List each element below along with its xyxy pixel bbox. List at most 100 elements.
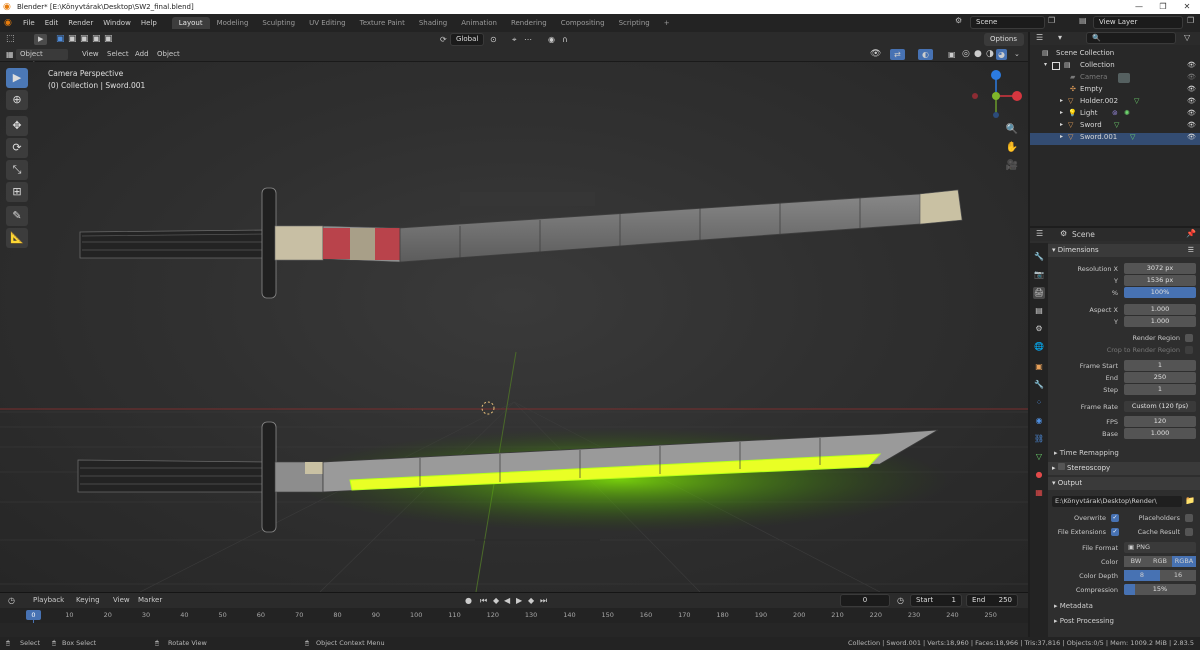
render-region-checkbox[interactable]	[1185, 334, 1193, 342]
collection-checkbox[interactable]	[1052, 62, 1060, 70]
end-frame-field[interactable]: End 250	[966, 594, 1018, 607]
shading-solid-icon[interactable]: ●	[974, 49, 982, 60]
tab-compositing[interactable]: Compositing	[554, 17, 612, 29]
fps-base-field[interactable]: 1.000	[1124, 428, 1196, 439]
aspect-y-field[interactable]: 1.000	[1124, 316, 1196, 327]
properties-editor-icon[interactable]: ☰	[1036, 229, 1043, 238]
stereoscopy-checkbox[interactable]	[1057, 463, 1065, 470]
overlay-toggle-icon[interactable]: ◐	[918, 49, 933, 60]
outliner-row-sword[interactable]: ▸ ▽ Sword ▽ 👁	[1030, 121, 1200, 133]
menu-window[interactable]: Window	[98, 19, 136, 27]
timeline-menu-keying[interactable]: Keying	[76, 595, 100, 606]
minimize-button[interactable]: —	[1128, 0, 1150, 14]
current-frame-field[interactable]: 0	[840, 594, 890, 607]
object-tab-icon[interactable]: ▣	[1033, 361, 1045, 373]
select-tool-icon[interactable]: ▶	[34, 34, 48, 45]
output-tab-icon[interactable]: 🖨	[1033, 287, 1045, 299]
tab-rendering[interactable]: Rendering	[504, 17, 554, 29]
select-box-tool-icon[interactable]: ▶	[6, 68, 28, 88]
frame-step-field[interactable]: 1	[1124, 384, 1196, 395]
menu-select[interactable]: Select	[107, 49, 129, 60]
world-tab-icon[interactable]: 🌐	[1033, 341, 1045, 353]
shading-options-icon[interactable]: ⌄	[1014, 49, 1020, 60]
aspect-x-field[interactable]: 1.000	[1124, 304, 1196, 315]
outliner-row-camera[interactable]: ▰ Camera 👁	[1030, 73, 1200, 85]
timeline-editor-icon[interactable]: ◷	[8, 595, 15, 606]
data-tab-icon[interactable]: ▽	[1033, 451, 1045, 463]
color-depth-16-option[interactable]: 16	[1160, 570, 1196, 581]
color-rgb-option[interactable]: RGB	[1148, 556, 1172, 567]
visibility-eye-icon[interactable]: 👁	[1187, 73, 1196, 81]
folder-browse-icon[interactable]: 📁	[1185, 496, 1195, 505]
select-mode-invert-icon[interactable]: ▣	[92, 34, 101, 45]
tab-texture-paint[interactable]: Texture Paint	[353, 17, 412, 29]
outliner-options-icon[interactable]: ▽	[1184, 33, 1190, 42]
blender-menu-icon[interactable]: ◉	[4, 18, 18, 28]
options-dropdown[interactable]: Options	[984, 33, 1024, 46]
outliner-editor-icon[interactable]: ☰	[1036, 33, 1043, 42]
tool-tab-icon[interactable]: 🔧	[1033, 251, 1045, 263]
cache-result-checkbox[interactable]	[1185, 528, 1193, 536]
outliner-row-scene-collection[interactable]: ▤ Scene Collection	[1030, 49, 1200, 61]
visibility-eye-icon[interactable]: 👁	[1187, 109, 1196, 117]
falloff-icon[interactable]: ∩	[562, 34, 568, 45]
view-layer-selector[interactable]: View Layer	[1093, 16, 1183, 29]
pin-icon[interactable]: 📌	[1186, 229, 1196, 238]
next-keyframe-icon[interactable]: ◆	[528, 595, 534, 606]
camera-view-icon[interactable]: 🎥	[1004, 158, 1020, 174]
select-mode-new-icon[interactable]: ▣	[56, 34, 65, 45]
scale-tool-icon[interactable]: ⤡	[6, 160, 28, 180]
zoom-view-icon[interactable]: 🔍	[1004, 122, 1020, 138]
visibility-eye-icon[interactable]: 👁	[1187, 121, 1196, 129]
frame-start-field[interactable]: 1	[1124, 360, 1196, 371]
snap-increment-icon[interactable]: ⋯	[524, 34, 532, 45]
menu-object[interactable]: Object	[157, 49, 180, 60]
file-format-dropdown[interactable]: ▣ PNG	[1124, 542, 1196, 553]
output-path-input[interactable]: E:\Könyvtárak\Desktop\Render\	[1052, 496, 1182, 507]
tab-uv-editing[interactable]: UV Editing	[302, 17, 353, 29]
tab-animation[interactable]: Animation	[454, 17, 504, 29]
jump-end-icon[interactable]: ⏭	[540, 595, 547, 606]
timeline-menu-view[interactable]: View	[113, 595, 130, 606]
timeline-menu-playback[interactable]: Playback	[33, 595, 64, 606]
pan-view-icon[interactable]: ✋	[1004, 140, 1020, 156]
outliner-row-sword-001[interactable]: ▸ ▽ Sword.001 ▽ 👁	[1030, 133, 1200, 145]
texture-tab-icon[interactable]: ▦	[1033, 487, 1045, 499]
menu-render[interactable]: Render	[63, 19, 98, 27]
view-layer-tab-icon[interactable]: ▤	[1033, 305, 1045, 317]
select-mode-subtract-icon[interactable]: ▣	[80, 34, 89, 45]
tab-modeling[interactable]: Modeling	[210, 17, 256, 29]
visibility-eye-icon[interactable]: 👁	[1187, 133, 1196, 141]
pivot-point-icon[interactable]: ⊙	[490, 34, 497, 45]
new-scene-icon[interactable]: ❐	[1048, 16, 1055, 25]
navigation-gizmo[interactable]	[966, 66, 1026, 126]
outliner-filter-icon[interactable]: ▾	[1058, 33, 1062, 42]
timeline-menu-marker[interactable]: Marker	[138, 595, 162, 606]
physics-tab-icon[interactable]: ◉	[1033, 415, 1045, 427]
new-view-layer-icon[interactable]: ❐	[1187, 16, 1194, 25]
select-mode-intersect-icon[interactable]: ▣	[104, 34, 113, 45]
close-window-button[interactable]: ✕	[1176, 0, 1198, 14]
maximize-button[interactable]: ❐	[1152, 0, 1174, 14]
scene-selector[interactable]: Scene	[970, 16, 1045, 29]
menu-view[interactable]: View	[82, 49, 99, 60]
overwrite-checkbox[interactable]: ✓	[1111, 514, 1119, 522]
placeholders-checkbox[interactable]	[1185, 514, 1193, 522]
transform-orientation-dropdown[interactable]: Global	[450, 33, 484, 46]
play-reverse-icon[interactable]: ◀	[504, 595, 510, 606]
scene-tab-icon[interactable]: ⚙	[1033, 323, 1045, 335]
play-icon[interactable]: ▶	[516, 595, 522, 606]
resolution-percent-field[interactable]: 100%	[1124, 287, 1196, 298]
xray-toggle-icon[interactable]: ▣	[948, 49, 956, 60]
expand-sword-icon[interactable]: ▸	[1060, 121, 1063, 128]
snap-icon[interactable]: ⌖	[512, 34, 517, 45]
visibility-icon[interactable]: 👁	[870, 49, 881, 60]
move-tool-icon[interactable]: ✥	[6, 116, 28, 136]
shading-wireframe-icon[interactable]: ◎	[962, 49, 970, 60]
frame-rate-dropdown[interactable]: Custom (120 fps)	[1124, 401, 1196, 412]
visibility-eye-icon[interactable]: 👁	[1187, 97, 1196, 105]
tab-scripting[interactable]: Scripting	[612, 17, 657, 29]
constraints-tab-icon[interactable]: ⛓	[1033, 433, 1045, 445]
3d-viewport[interactable]: Camera Perspective (0) Collection | Swor…	[0, 62, 1028, 592]
stereoscopy-section-header[interactable]: ▸ Stereoscopy	[1048, 462, 1200, 475]
